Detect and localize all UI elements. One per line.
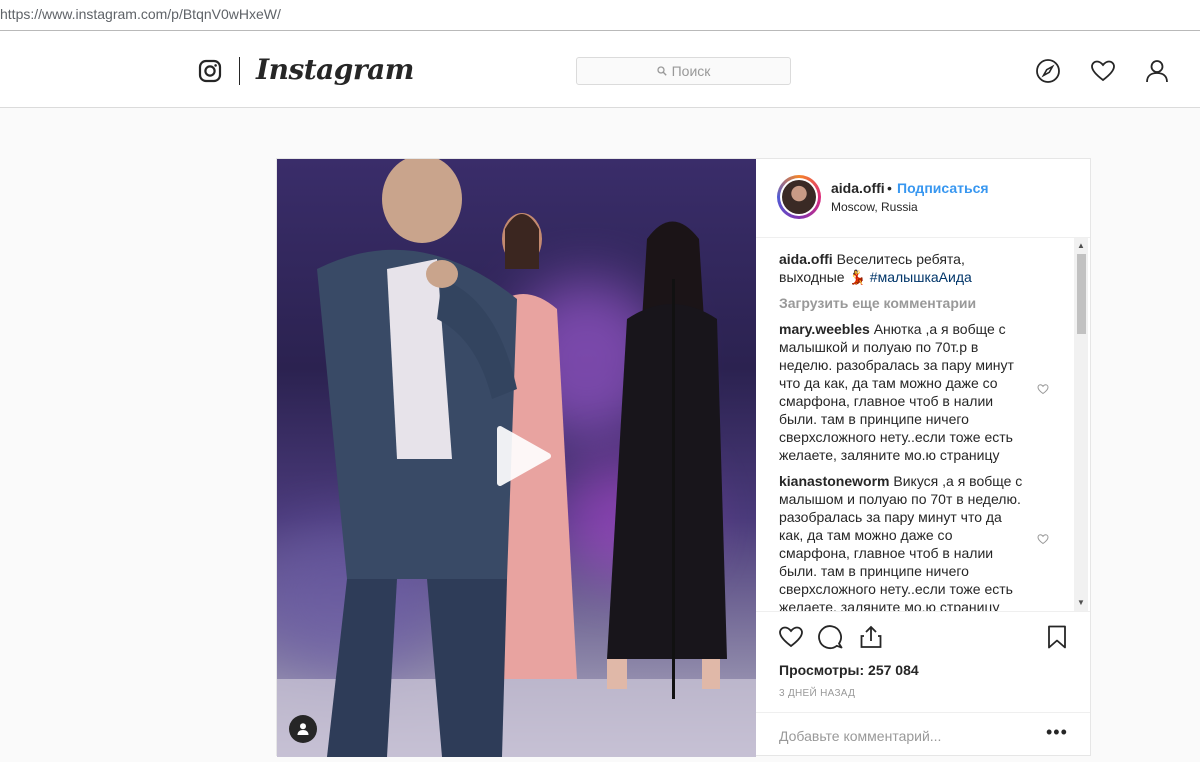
- search-icon: [656, 66, 667, 76]
- camera-logo-icon[interactable]: [198, 59, 222, 83]
- logo-divider: [239, 57, 240, 85]
- post-header: aida.offi • Подписаться Moscow, Russia: [756, 159, 1090, 238]
- scrollbar-thumb[interactable]: [1077, 254, 1086, 334]
- comment-text: Викуся ,а я вобще с малышом и полуаю по …: [779, 473, 1023, 612]
- avatar[interactable]: [777, 175, 821, 219]
- search-placeholder: Поиск: [671, 63, 711, 79]
- comments-panel[interactable]: aida.offi Веселитесь ребята, выходные 💃 …: [756, 238, 1090, 612]
- views-count[interactable]: Просмотры: 257 084: [779, 662, 919, 678]
- save-bookmark-icon[interactable]: [1044, 624, 1070, 650]
- compass-icon[interactable]: [1035, 58, 1061, 84]
- comment-username[interactable]: mary.weebles: [779, 321, 870, 337]
- play-icon[interactable]: [486, 421, 556, 491]
- comment-text: Анютка ,а я вобще с малышкой и полуаю по…: [779, 321, 1014, 463]
- post-actions: Просмотры: 257 084 3 ДНЕЙ НАЗАД Добавьте…: [756, 612, 1090, 755]
- add-comment-bar: Добавьте комментарий... •••: [756, 712, 1090, 756]
- url-text[interactable]: https://www.instagram.com/p/BtqnV0wHxeW/: [0, 6, 281, 22]
- post-card: aida.offi • Подписаться Moscow, Russia a…: [276, 158, 1091, 757]
- scroll-down-icon[interactable]: ▼: [1077, 598, 1085, 607]
- search-input[interactable]: Поиск: [576, 57, 791, 85]
- scroll-up-icon[interactable]: ▲: [1077, 241, 1085, 250]
- comment-icon[interactable]: [818, 624, 844, 650]
- comment-item: mary.weebles Анютка ,а я вобще с малышко…: [779, 320, 1024, 464]
- post-sidebar: aida.offi • Подписаться Moscow, Russia a…: [756, 159, 1090, 755]
- comments-scrollbar[interactable]: ▲ ▼: [1074, 238, 1088, 611]
- person-icon[interactable]: [1144, 58, 1170, 84]
- user-tag-icon: [297, 723, 309, 735]
- comment-like-icon[interactable]: [1037, 533, 1049, 545]
- comment-username[interactable]: kianastoneworm: [779, 473, 889, 489]
- caption: aida.offi Веселитесь ребята, выходные 💃 …: [779, 250, 1024, 286]
- more-options-icon[interactable]: •••: [1046, 722, 1068, 743]
- location-link[interactable]: Moscow, Russia: [831, 200, 918, 214]
- caption-username[interactable]: aida.offi: [779, 251, 833, 267]
- hashtag-link[interactable]: #малышкаАида: [870, 269, 972, 285]
- share-icon[interactable]: [858, 624, 884, 650]
- add-comment-input[interactable]: Добавьте комментарий...: [779, 728, 941, 744]
- separator-dot: •: [887, 180, 892, 196]
- post-video[interactable]: [277, 159, 756, 757]
- tagged-users-button[interactable]: [289, 715, 317, 743]
- comment-like-icon[interactable]: [1037, 383, 1049, 395]
- browser-address-bar[interactable]: https://www.instagram.com/p/BtqnV0wHxeW/: [0, 0, 1200, 31]
- comment-item: kianastoneworm Викуся ,а я вобще с малыш…: [779, 472, 1024, 612]
- heart-icon[interactable]: [1090, 58, 1116, 84]
- load-more-comments-button[interactable]: Загрузить еще комментарии: [779, 294, 1024, 312]
- author-username[interactable]: aida.offi: [831, 180, 885, 196]
- follow-button[interactable]: Подписаться: [897, 180, 989, 196]
- instagram-wordmark[interactable]: Instagram: [256, 53, 414, 86]
- top-navigation: Instagram Поиск: [0, 31, 1200, 108]
- comments-list: aida.offi Веселитесь ребята, выходные 💃 …: [779, 250, 1024, 612]
- like-icon[interactable]: [778, 624, 804, 650]
- post-timestamp[interactable]: 3 ДНЕЙ НАЗАД: [779, 688, 855, 699]
